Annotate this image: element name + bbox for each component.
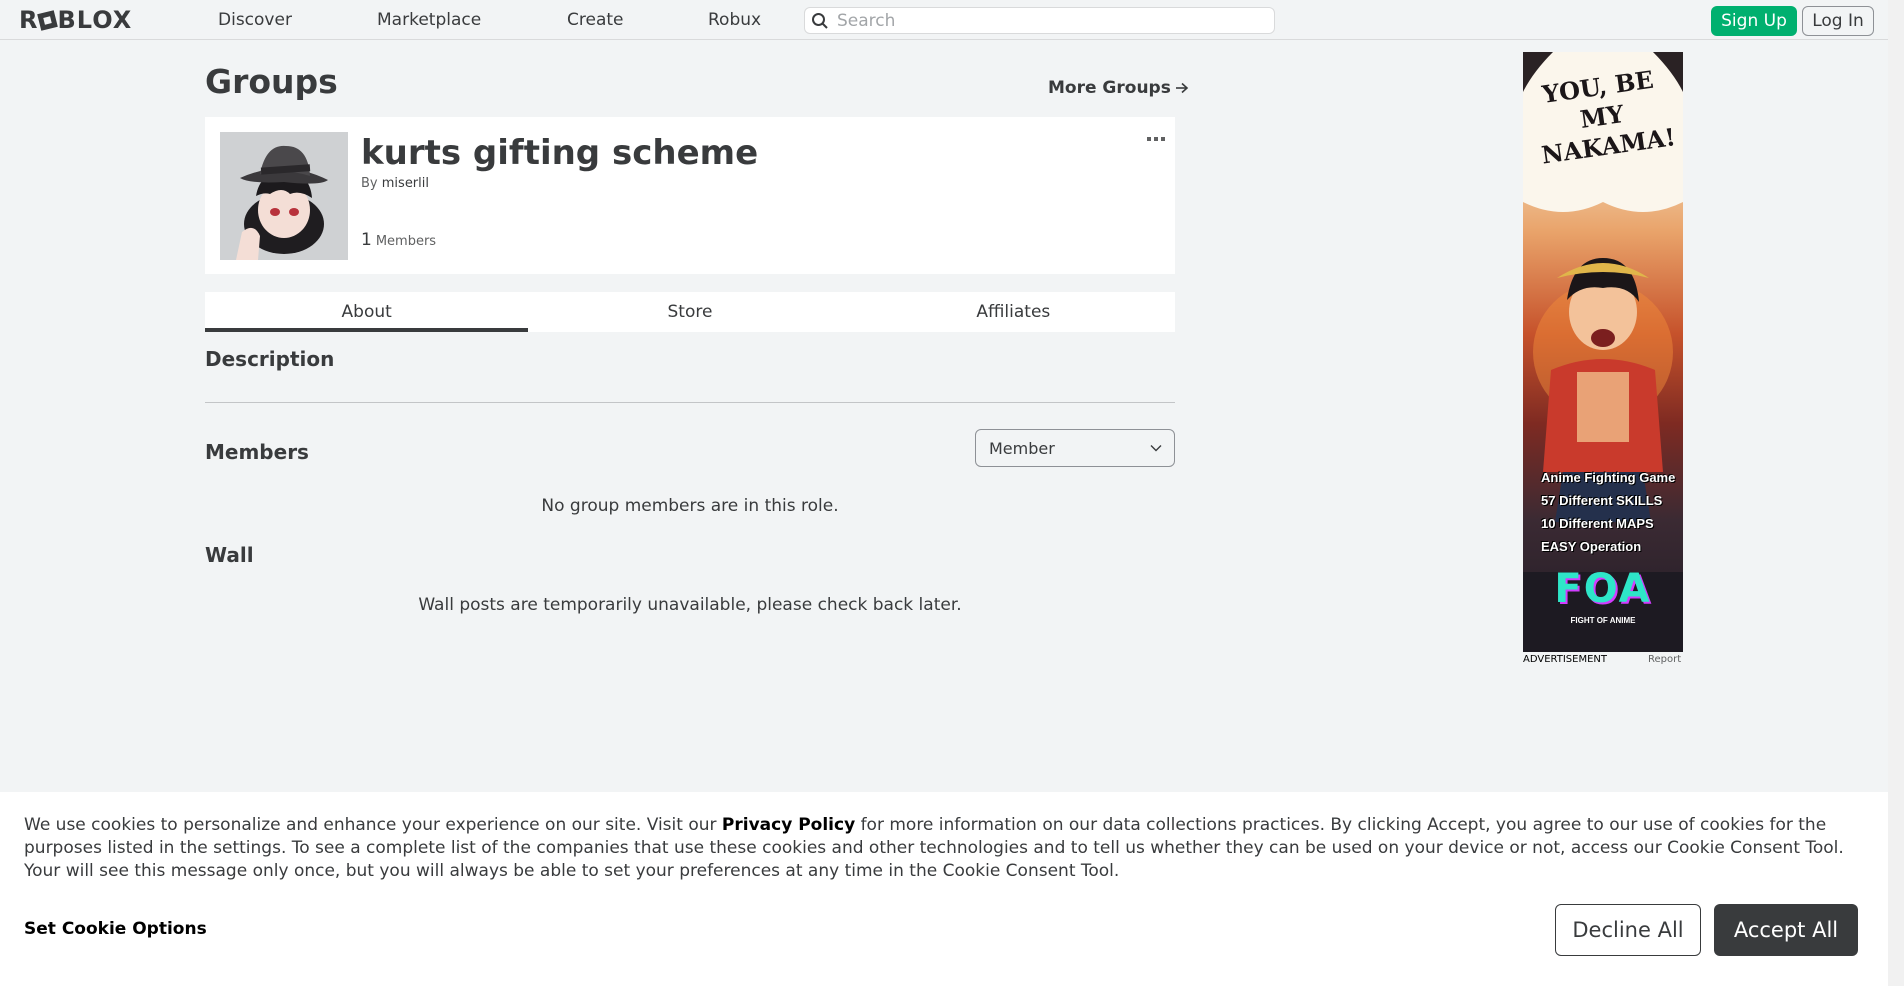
- ad-feature: 10 Different MAPS: [1541, 516, 1654, 531]
- tab-store[interactable]: Store: [528, 292, 851, 332]
- role-dropdown-value: Member: [989, 438, 1055, 458]
- ad-feature: EASY Operation: [1541, 539, 1642, 554]
- ad-feature: 57 Different SKILLS: [1541, 493, 1663, 508]
- search-input[interactable]: [837, 10, 1257, 31]
- group-emblem-illustration: [220, 132, 348, 260]
- group-member-count: 1 Members: [361, 230, 436, 250]
- logo-o-square: [37, 9, 59, 31]
- advertisement-label: ADVERTISEMENT: [1523, 654, 1608, 665]
- by-label: By: [361, 176, 378, 191]
- description-heading: Description: [205, 347, 335, 371]
- advertisement-banner[interactable]: YOU, BE MY NAKAMA! Anime Fighting Game 5…: [1523, 52, 1683, 652]
- page-title: Groups: [205, 62, 338, 101]
- group-header-card: kurts gifting scheme By miserlil 1 Membe…: [205, 117, 1175, 274]
- decline-all-button[interactable]: Decline All: [1555, 904, 1701, 956]
- ad-brand-subtitle: FIGHT OF ANIME: [1570, 616, 1636, 625]
- nav-marketplace[interactable]: Marketplace: [377, 10, 481, 30]
- search-icon: [812, 12, 828, 29]
- log-in-button[interactable]: Log In: [1802, 6, 1874, 36]
- tab-affiliates[interactable]: Affiliates: [852, 292, 1175, 332]
- member-count-value: 1: [361, 230, 372, 250]
- top-nav-bar: R BLOX Discover Marketplace Create Robux …: [0, 0, 1888, 40]
- section-divider: [205, 402, 1175, 403]
- cookie-text-before: We use cookies to personalize and enhanc…: [24, 815, 722, 835]
- members-heading: Members: [205, 440, 309, 464]
- nav-robux[interactable]: Robux: [708, 10, 761, 30]
- group-emblem-image[interactable]: [220, 132, 348, 260]
- tab-about[interactable]: About: [205, 292, 529, 332]
- more-groups-link[interactable]: More Groups: [1048, 78, 1189, 98]
- group-name: kurts gifting scheme: [361, 133, 759, 173]
- ad-headline: YOU, BE MY NAKAMA!: [1539, 64, 1678, 170]
- members-empty-message: No group members are in this role.: [541, 496, 839, 516]
- more-options-icon[interactable]: [1147, 127, 1165, 146]
- chevron-down-icon: [1150, 445, 1162, 452]
- wall-empty-message: Wall posts are temporarily unavailable, …: [418, 595, 962, 615]
- ad-feature-list: Anime Fighting Game 57 Different SKILLS …: [1541, 466, 1681, 558]
- group-tabs: About Store Affiliates: [205, 292, 1175, 332]
- arrow-right-icon: [1175, 82, 1189, 94]
- page-scrollbar[interactable]: [1888, 0, 1904, 986]
- cookie-message: We use cookies to personalize and enhanc…: [24, 814, 1864, 883]
- ad-brand-logo: FOA: [1554, 566, 1652, 612]
- nav-discover[interactable]: Discover: [218, 10, 292, 30]
- role-dropdown[interactable]: Member: [975, 429, 1175, 467]
- owner-link[interactable]: miserlil: [382, 176, 429, 191]
- ellipsis-icon: [1147, 137, 1165, 141]
- sign-up-button[interactable]: Sign Up: [1711, 6, 1797, 36]
- member-count-label: Members: [375, 234, 437, 249]
- set-cookie-options-link[interactable]: Set Cookie Options: [24, 919, 207, 939]
- more-groups-label: More Groups: [1048, 78, 1171, 98]
- cookie-consent-banner: We use cookies to personalize and enhanc…: [0, 792, 1888, 986]
- wall-heading: Wall: [205, 543, 254, 567]
- ad-feature: Anime Fighting Game: [1541, 470, 1676, 485]
- search-box: [804, 7, 1275, 34]
- roblox-logo[interactable]: R BLOX: [19, 6, 132, 34]
- report-ad-link[interactable]: Report: [1648, 654, 1681, 665]
- nav-create[interactable]: Create: [567, 10, 624, 30]
- group-owner: By miserlil: [361, 176, 429, 191]
- privacy-policy-link[interactable]: Privacy Policy: [722, 815, 855, 835]
- accept-all-button[interactable]: Accept All: [1714, 904, 1858, 956]
